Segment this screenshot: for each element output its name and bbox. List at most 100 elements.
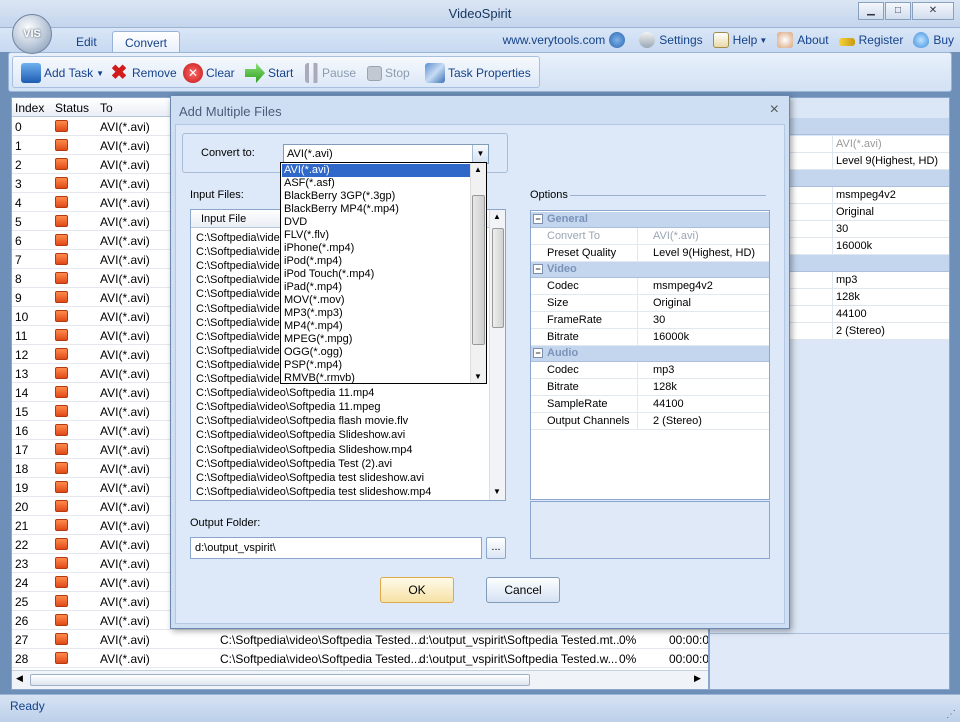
- input-file-item[interactable]: C:\Softpedia\video\Softpedia Test (2).av…: [196, 458, 486, 472]
- property-row[interactable]: Bitrate 128k: [531, 379, 769, 396]
- scroll-up-icon[interactable]: ▲: [493, 212, 501, 221]
- input-vertical-scrollbar[interactable]: ▲ ▼: [489, 210, 505, 500]
- format-option[interactable]: FLV(*.flv): [282, 229, 470, 242]
- row-format: AVI(*.avi): [100, 196, 150, 210]
- property-row[interactable]: Size Original: [531, 295, 769, 312]
- format-option[interactable]: MOV(*.mov): [282, 294, 470, 307]
- scroll-thumb[interactable]: [30, 674, 530, 686]
- remove-button[interactable]: ✖ Remove: [105, 60, 181, 86]
- format-option[interactable]: iPad(*.mp4): [282, 281, 470, 294]
- site-link[interactable]: www.verytools.com: [503, 32, 630, 48]
- task-properties-button[interactable]: Task Properties: [421, 60, 535, 86]
- property-value: 44100: [637, 396, 769, 413]
- format-option[interactable]: BlackBerry 3GP(*.3gp): [282, 190, 470, 203]
- buy-link[interactable]: Buy: [913, 32, 954, 48]
- scroll-left-icon[interactable]: ◀: [16, 673, 23, 684]
- scroll-thumb[interactable]: [472, 195, 485, 345]
- table-row[interactable]: 28 AVI(*.avi) C:\Softpedia\video\Softpedia…: [12, 649, 708, 668]
- column-index[interactable]: Index: [15, 101, 44, 115]
- property-value: 2 (Stereo): [637, 413, 769, 430]
- row-index: 22: [15, 538, 29, 552]
- browse-button[interactable]: ...: [486, 537, 506, 559]
- input-file-item[interactable]: C:\Softpedia\video\Softpedia Slideshow.m…: [196, 444, 486, 458]
- options-property-grid[interactable]: − General Convert To AVI(*.avi) Preset Quali…: [530, 210, 770, 500]
- app-logo-button[interactable]: VIS: [12, 14, 52, 54]
- format-option[interactable]: iPod Touch(*.mp4): [282, 268, 470, 281]
- start-button[interactable]: Start: [241, 60, 297, 86]
- property-row[interactable]: Convert To AVI(*.avi): [531, 228, 769, 245]
- collapse-icon[interactable]: −: [533, 264, 543, 274]
- format-option[interactable]: BlackBerry MP4(*.mp4): [282, 203, 470, 216]
- input-file-item[interactable]: C:\Softpedia\video\Softpedia flash movie…: [196, 415, 486, 429]
- format-option[interactable]: AVI(*.avi): [282, 164, 470, 177]
- input-file-item[interactable]: C:\Softpedia\video\Softpedia Slideshow.a…: [196, 429, 486, 443]
- scroll-thumb[interactable]: [492, 228, 504, 328]
- input-file-item[interactable]: C:\Softpedia\video\Softpedia 11.mp4: [196, 387, 486, 401]
- property-value: Original: [637, 295, 769, 312]
- add-task-button[interactable]: Add Task ▼: [17, 60, 108, 86]
- chevron-down-icon[interactable]: ▼: [472, 145, 488, 163]
- format-option[interactable]: PSP(*.mp4): [282, 359, 470, 372]
- format-option[interactable]: iPod(*.mp4): [282, 255, 470, 268]
- ok-button[interactable]: OK: [380, 577, 454, 603]
- property-row[interactable]: Codec mp3: [531, 362, 769, 379]
- tab-convert[interactable]: Convert: [112, 31, 181, 52]
- format-option[interactable]: DVD: [282, 216, 470, 229]
- property-row[interactable]: Bitrate 16000k: [531, 329, 769, 346]
- property-row[interactable]: Preset Quality Level 9(Highest, HD): [531, 245, 769, 262]
- scroll-right-icon[interactable]: ▶: [694, 673, 701, 684]
- output-folder-input[interactable]: d:\output_vspirit\: [190, 537, 482, 559]
- clear-button[interactable]: ✕ Clear: [179, 60, 239, 86]
- format-option[interactable]: ASF(*.asf): [282, 177, 470, 190]
- category-name: Audio: [547, 347, 579, 359]
- property-row[interactable]: SampleRate 44100: [531, 396, 769, 413]
- tab-edit[interactable]: Edit: [64, 31, 109, 52]
- help-menu[interactable]: Help ▼: [712, 32, 767, 48]
- close-window-button[interactable]: ✕: [912, 2, 954, 20]
- table-row[interactable]: 27 AVI(*.avi) C:\Softpedia\video\Softpedia…: [12, 630, 708, 649]
- status-icon: [55, 196, 68, 208]
- property-row[interactable]: Codec msmpeg4v2: [531, 278, 769, 295]
- cancel-button[interactable]: Cancel: [486, 577, 560, 603]
- row-format: AVI(*.avi): [100, 557, 150, 571]
- horizontal-scrollbar[interactable]: ◀ ▶: [12, 670, 708, 689]
- property-category[interactable]: − Audio: [531, 346, 769, 362]
- convert-to-select[interactable]: AVI(*.avi) ▼: [283, 144, 489, 164]
- format-option[interactable]: OGG(*.ogg): [282, 346, 470, 359]
- format-option[interactable]: RMVB(*.rmvb): [282, 372, 470, 385]
- scroll-down-icon[interactable]: ▼: [493, 487, 501, 496]
- property-row[interactable]: FrameRate 30: [531, 312, 769, 329]
- row-format: AVI(*.avi): [100, 234, 150, 248]
- property-category[interactable]: − General: [531, 212, 769, 228]
- format-option[interactable]: MP3(*.mp3): [282, 307, 470, 320]
- property-category[interactable]: − Video: [531, 262, 769, 278]
- input-file-item[interactable]: C:\Softpedia\video\Softpedia test slides…: [196, 486, 486, 500]
- scroll-up-icon[interactable]: ▲: [474, 165, 482, 174]
- format-dropdown-list[interactable]: ▲ ▼ AVI(*.avi) ASF(*.asf) BlackBerry 3GP(*…: [280, 162, 487, 384]
- stop-label: Stop: [385, 66, 410, 80]
- property-row[interactable]: Output Channels 2 (Stereo): [531, 413, 769, 430]
- maximize-button[interactable]: □: [885, 2, 911, 20]
- format-option[interactable]: MPEG(*.mpg): [282, 333, 470, 346]
- collapse-icon[interactable]: −: [533, 214, 543, 224]
- format-option[interactable]: MP4(*.mp4): [282, 320, 470, 333]
- format-option[interactable]: iPhone(*.mp4): [282, 242, 470, 255]
- dropdown-scrollbar[interactable]: ▲ ▼: [470, 163, 486, 383]
- input-file-item[interactable]: C:\Softpedia\video\Softpedia 11.mpeg: [196, 401, 486, 415]
- about-link[interactable]: About: [777, 32, 829, 48]
- pause-button[interactable]: Pause: [301, 60, 360, 86]
- settings-menu[interactable]: Settings: [639, 32, 703, 48]
- collapse-icon[interactable]: −: [533, 348, 543, 358]
- status-icon: [55, 481, 68, 493]
- toolbar: Add Task ▼ ✖ Remove ✕ Clear Start Pause Sto…: [8, 52, 952, 92]
- dialog-close-button[interactable]: ×: [770, 101, 779, 119]
- minimize-button[interactable]: ▁: [858, 2, 884, 20]
- column-status[interactable]: Status: [55, 101, 89, 115]
- row-format: AVI(*.avi): [100, 386, 150, 400]
- scroll-down-icon[interactable]: ▼: [474, 372, 482, 381]
- register-link[interactable]: Register: [838, 32, 903, 48]
- stop-button[interactable]: Stop: [363, 60, 414, 86]
- input-file-item[interactable]: C:\Softpedia\video\Softpedia test slides…: [196, 472, 486, 486]
- resize-grip-icon[interactable]: ⋰: [946, 709, 956, 720]
- column-to[interactable]: To: [100, 101, 113, 115]
